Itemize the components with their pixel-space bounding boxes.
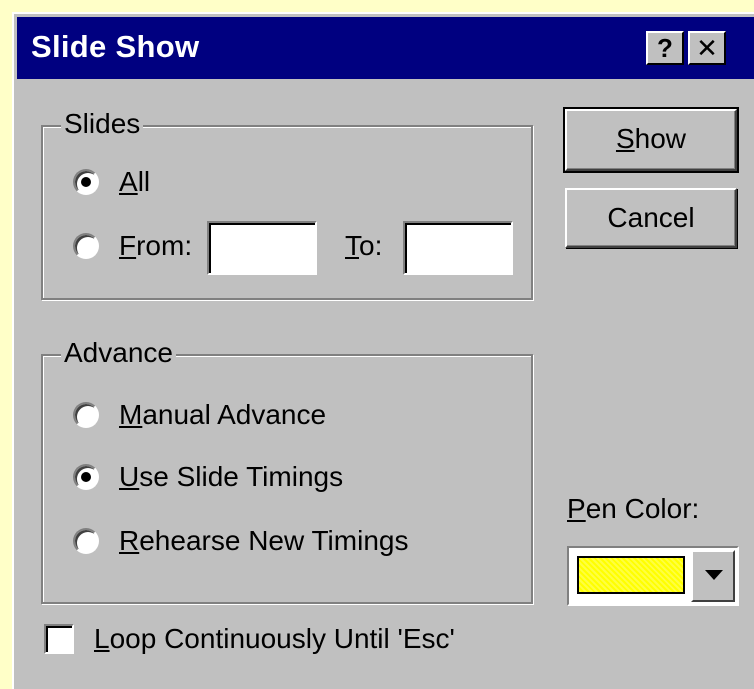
radio-all-selected-dot [81,177,91,187]
radio-all-label[interactable]: All [119,165,150,199]
advance-group-label: Advance [61,336,176,370]
advance-group: Advance Manual Advance Use Slide Timings… [41,336,533,604]
radio-use-slide-timings-selected-dot [81,472,91,482]
slide-show-dialog: Slide Show ? ✕ Slides All From: To: Adva… [12,12,754,689]
radio-manual-advance[interactable] [73,402,99,428]
from-input[interactable] [207,221,317,275]
chevron-down-icon [705,570,723,580]
radio-from[interactable] [73,233,99,259]
loop-checkbox-label[interactable]: Loop Continuously Until 'Esc' [94,622,455,656]
radio-rehearse-new-timings-label[interactable]: Rehearse New Timings [119,524,408,558]
radio-from-label[interactable]: From: [119,229,192,263]
pen-color-swatch [577,556,685,594]
close-button[interactable]: ✕ [688,31,726,65]
radio-use-slide-timings-label[interactable]: Use Slide Timings [119,460,343,494]
loop-checkbox[interactable] [44,624,74,654]
slides-group-label: Slides [61,107,144,141]
radio-use-slide-timings[interactable] [73,464,99,490]
to-input[interactable] [403,221,513,275]
help-button[interactable]: ? [646,31,684,65]
radio-manual-advance-label[interactable]: Manual Advance [119,398,326,432]
title-bar[interactable]: Slide Show ? ✕ [17,17,754,79]
pen-color-label: Pen Color: [567,493,700,524]
slides-group: Slides All From: To: [41,107,533,300]
pen-color-picker[interactable] [567,546,739,606]
radio-all[interactable] [73,169,99,195]
to-label: To: [345,230,383,261]
show-button[interactable]: Show [563,107,739,173]
dialog-title: Slide Show [31,29,200,64]
radio-rehearse-new-timings[interactable] [73,528,99,554]
cancel-button[interactable]: Cancel [565,188,737,248]
pen-color-dropdown-button[interactable] [691,550,735,602]
